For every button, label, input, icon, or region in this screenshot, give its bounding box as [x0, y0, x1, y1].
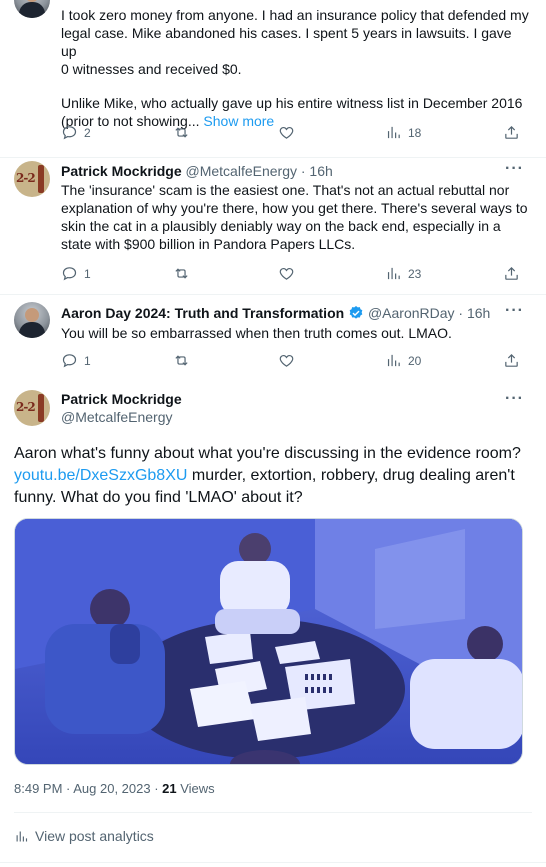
verified-badge-icon [349, 306, 363, 319]
tweet-text-line: I took zero money from anyone. I had an … [61, 7, 529, 23]
view-analytics-link[interactable]: View post analytics [14, 828, 154, 844]
views-button[interactable]: 23 [385, 265, 421, 282]
views-count: 21 [162, 781, 177, 796]
avatar[interactable]: 2-2 [14, 390, 50, 426]
author-handle[interactable]: @AaronRDay · 16h [368, 305, 490, 321]
author-name[interactable]: Patrick Mockridge [61, 391, 182, 407]
author-handle[interactable]: @MetcalfeEnergy [61, 409, 172, 425]
tweet-text-line: explanation of why you're there, how you… [61, 200, 528, 216]
tweet-header: Aaron Day 2024: Truth and Transformation… [61, 304, 490, 322]
author-name[interactable]: Aaron Day 2024: Truth and Transformation [61, 305, 344, 321]
like-icon [279, 354, 294, 367]
analytics-icon [16, 831, 28, 841]
reply-icon [62, 267, 77, 281]
divider [14, 812, 532, 813]
views-count: 18 [408, 125, 422, 140]
views-label: Views [176, 781, 215, 796]
views-icon [387, 126, 400, 139]
tweet-text-line: legal case. Mike abandoned his cases. I … [61, 25, 512, 59]
reply-icon [62, 126, 77, 140]
interrogation-room-photo [15, 519, 522, 764]
tweet-actions: 2 18 [61, 124, 521, 144]
like-button[interactable] [278, 352, 295, 369]
media-image[interactable] [14, 518, 523, 765]
tweet-text-line: state with $900 billion in Pandora Paper… [61, 236, 356, 252]
share-button[interactable] [503, 265, 520, 282]
tweet-text-line: The 'insurance' scam is the easiest one.… [61, 182, 510, 198]
avatar[interactable]: 2-2 [14, 161, 50, 197]
tweet-text-line: murder, extortion, robbery, drug dealing… [187, 467, 515, 484]
like-icon [279, 267, 294, 280]
tweet-header: Patrick Mockridge @MetcalfeEnergy · 16h [61, 162, 333, 180]
like-icon [279, 126, 294, 139]
like-button[interactable] [278, 124, 295, 141]
tweet-text-line: 0 witnesses and received $0. [61, 61, 242, 77]
share-button[interactable] [503, 124, 520, 141]
more-icon[interactable]: ··· [505, 390, 524, 408]
more-icon[interactable]: ··· [505, 302, 524, 320]
retweet-icon [175, 268, 188, 279]
author-name[interactable]: Patrick Mockridge [61, 163, 182, 179]
tweet-text: You will be so embarrassed when then tru… [61, 325, 452, 341]
views-icon [387, 354, 400, 367]
tweet-meta: 8:49 PM · Aug 20, 2023 · 21 Views [14, 781, 215, 796]
tweet-text: The 'insurance' scam is the easiest one.… [61, 181, 536, 253]
tweet-text: I took zero money from anyone. I had an … [61, 6, 531, 130]
reply-button[interactable]: 1 [61, 352, 91, 369]
views-icon [387, 267, 400, 280]
reply-button[interactable]: 2 [61, 124, 91, 141]
retweet-button[interactable] [173, 265, 190, 282]
reply-button[interactable]: 1 [61, 265, 91, 282]
retweet-button[interactable] [173, 124, 190, 141]
reply-icon [62, 354, 77, 368]
divider [0, 157, 546, 158]
reply-count: 2 [84, 125, 91, 140]
divider [0, 862, 546, 863]
retweet-icon [175, 355, 188, 366]
author-handle[interactable]: @MetcalfeEnergy · 16h [186, 163, 333, 179]
avatar[interactable] [14, 302, 50, 338]
main-tweet-text: Aaron what's funny about what you're dis… [14, 443, 524, 509]
tweet-text-line: Unlike Mike, who actually gave up his en… [61, 95, 523, 111]
retweet-button[interactable] [173, 352, 190, 369]
reply-count: 1 [84, 353, 91, 368]
views-count: 20 [408, 353, 422, 368]
share-icon [505, 125, 518, 139]
share-button[interactable] [503, 352, 520, 369]
analytics-label: View post analytics [35, 828, 154, 844]
views-button[interactable]: 20 [385, 352, 421, 369]
views-button[interactable]: 18 [385, 124, 421, 141]
tweet-actions: 1 20 [61, 352, 521, 372]
share-icon [505, 353, 518, 367]
share-icon [505, 266, 518, 280]
avatar[interactable] [14, 0, 50, 18]
divider [0, 294, 546, 295]
timestamp[interactable]: 8:49 PM · Aug 20, 2023 · [14, 781, 162, 796]
tweet-actions: 1 23 [61, 265, 521, 285]
tweet-text-line: funny. What do you find 'LMAO' about it? [14, 489, 303, 506]
reply-count: 1 [84, 266, 91, 281]
more-icon[interactable]: ··· [505, 160, 524, 178]
youtube-link[interactable]: youtu.be/DxeSzxGb8XU [14, 467, 187, 484]
tweet-text-line: skin the cat in a plausibly deniably way… [61, 218, 501, 234]
tweet-text-line: Aaron what's funny about what you're dis… [14, 445, 521, 462]
views-count: 23 [408, 266, 422, 281]
like-button[interactable] [278, 265, 295, 282]
retweet-icon [175, 127, 188, 138]
